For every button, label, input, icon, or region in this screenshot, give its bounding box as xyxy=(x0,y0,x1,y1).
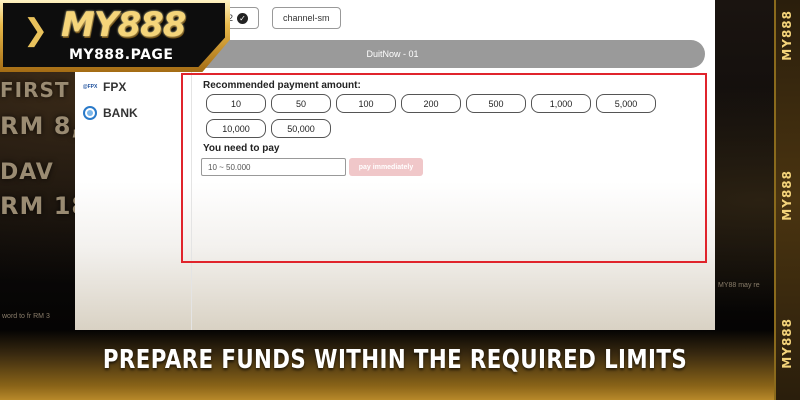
strip-logo-bottom: MY888 xyxy=(780,318,794,369)
promo-line-4: DAV xyxy=(0,160,54,185)
logo-domain-text: MY888.PAGE xyxy=(69,47,174,63)
recommended-amount-label: Recommended payment amount: xyxy=(203,80,361,91)
sidebar-item-label: FPX xyxy=(103,80,127,94)
logo-plate: ❯ MY888 MY888.PAGE xyxy=(3,3,225,67)
fpx-icon: @FPX xyxy=(82,84,98,90)
brand-logo: ❯ MY888 MY888.PAGE xyxy=(0,0,230,72)
right-brand-strip: MY888 MY888 MY888 xyxy=(774,0,800,400)
pay-amount-label: You need to pay xyxy=(203,143,280,154)
amount-button[interactable]: 10,000 xyxy=(206,119,266,138)
logo-emblem-icon: ❯ xyxy=(23,13,49,48)
amount-button[interactable]: 500 xyxy=(466,94,526,113)
bank-icon xyxy=(83,106,97,120)
channel-label: channel-sm xyxy=(283,13,330,23)
amount-button[interactable]: 200 xyxy=(401,94,461,113)
strip-logo-top: MY888 xyxy=(780,10,794,61)
caption-text: PREPARE FUNDS WITHIN THE REQUIRED LIMITS xyxy=(102,345,688,375)
amount-button[interactable]: 50 xyxy=(271,94,331,113)
promo-line-2: FIRST D xyxy=(0,78,80,102)
payment-method-sidebar: @FPX FPX BANK xyxy=(75,70,192,330)
sidebar-item-fpx[interactable]: @FPX FPX xyxy=(82,80,127,94)
promo-line-3: RM 8, xyxy=(0,112,80,140)
amount-button[interactable]: 1,000 xyxy=(531,94,591,113)
channel-chip[interactable]: channel-sm xyxy=(272,7,341,29)
side-footer-text: MY88 may re xyxy=(718,282,760,289)
sidebar-item-label: BANK xyxy=(103,106,138,120)
promo-line-5: RM 18 xyxy=(0,192,80,220)
section-title: DuitNow - 01 xyxy=(366,49,419,59)
amount-button[interactable]: 10 xyxy=(206,94,266,113)
pay-immediately-button[interactable]: pay immediately xyxy=(349,158,423,176)
promo-footer: word to fr RM 3 xyxy=(2,313,50,320)
strip-logo-middle: MY888 xyxy=(780,170,794,221)
check-icon: ✓ xyxy=(237,12,249,24)
amount-button[interactable]: 100 xyxy=(336,94,396,113)
amount-button[interactable]: 50,000 xyxy=(271,119,331,138)
logo-brand-text: MY888 xyxy=(61,5,186,45)
amount-button[interactable]: 5,000 xyxy=(596,94,656,113)
sidebar-item-bank[interactable]: BANK xyxy=(83,106,138,120)
pay-amount-input[interactable] xyxy=(201,158,346,176)
